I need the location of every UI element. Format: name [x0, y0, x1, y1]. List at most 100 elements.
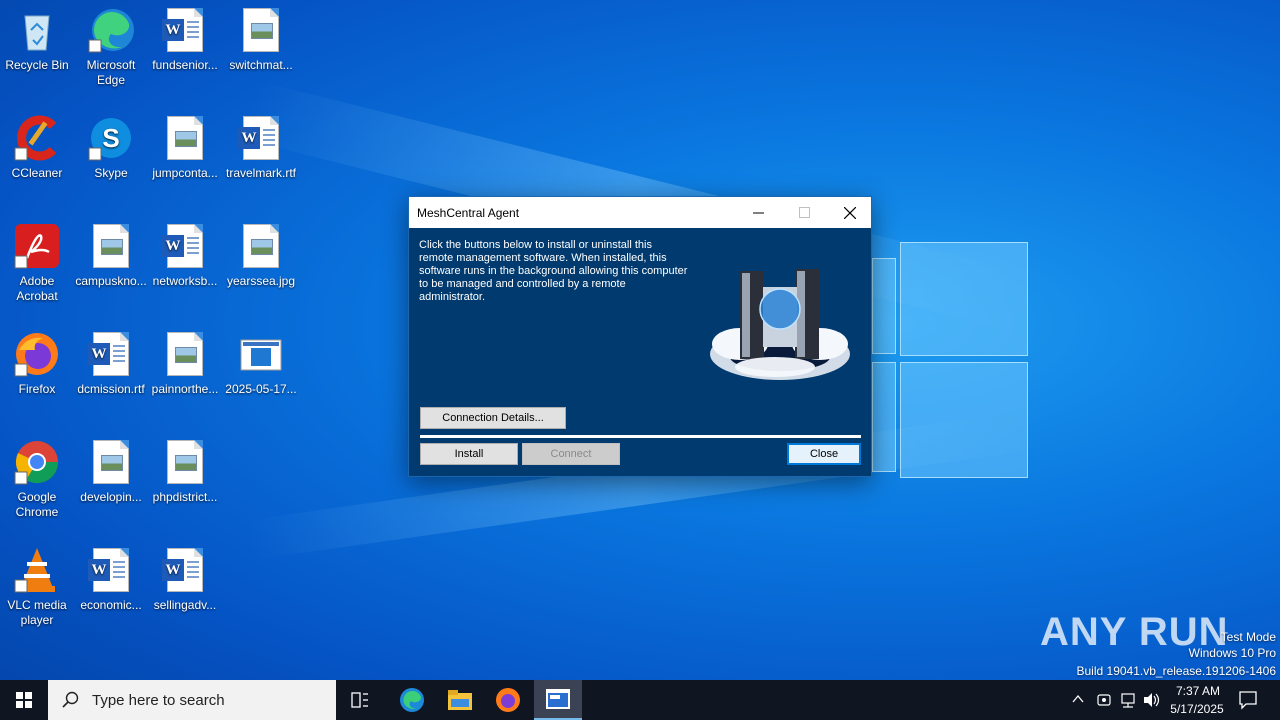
dialog-description: Click the buttons below to install or un…	[419, 239, 688, 303]
desktop-icon-label: Recycle Bin	[5, 58, 69, 72]
desktop-icon-label: economic...	[80, 598, 142, 612]
start-button[interactable]	[0, 680, 48, 720]
taskbar-edge-button[interactable]	[390, 680, 434, 720]
search-icon	[62, 691, 79, 708]
action-center-icon[interactable]	[1238, 690, 1258, 710]
desktop-icon[interactable]: Wdcmission.rtf	[74, 330, 148, 397]
desktop-icon-label: campuskno...	[75, 274, 147, 288]
desktop-icon[interactable]: jumpconta...	[148, 114, 222, 181]
desktop-icon[interactable]: switchmat...	[224, 6, 298, 73]
desktop-icon-label: developin...	[80, 490, 142, 504]
connect-button[interactable]: Connect	[522, 443, 620, 465]
desktop-icon[interactable]: VLC media player	[0, 546, 74, 628]
image-file-icon	[161, 330, 209, 378]
desktop-icon[interactable]: phpdistrict...	[148, 438, 222, 505]
volume-icon[interactable]	[1143, 692, 1161, 708]
network-icon[interactable]	[1120, 692, 1136, 708]
desktop-icon-label: Skype	[94, 166, 128, 180]
desktop-icon[interactable]: developin...	[74, 438, 148, 505]
desktop-icon[interactable]: S Skype	[74, 114, 148, 181]
connection-details-button[interactable]: Connection Details...	[420, 407, 566, 429]
desktop-icon-label: painnorthe...	[151, 382, 219, 396]
desktop-icon[interactable]: Wnetworksb...	[148, 222, 222, 289]
desktop-icon[interactable]: campuskno...	[74, 222, 148, 289]
vlc-icon	[13, 546, 61, 594]
close-button[interactable]: Close	[787, 443, 861, 465]
clock-date[interactable]: 5/17/2025	[1166, 702, 1228, 716]
desktop-icon-label: sellingadv...	[153, 598, 217, 612]
task-view-button[interactable]	[340, 680, 380, 720]
taskbar-meshcentral-button[interactable]	[534, 680, 582, 720]
dialog-title: MeshCentral Agent	[417, 205, 520, 220]
image-file-icon	[237, 222, 285, 270]
firefox-icon	[496, 688, 520, 712]
desktop-icon-label: networksb...	[152, 274, 218, 288]
acrobat-icon	[13, 222, 61, 270]
meshcentral-server-cloud-icon	[710, 269, 850, 380]
desktop-icon[interactable]: painnorthe...	[148, 330, 222, 397]
image-file-icon	[87, 438, 135, 486]
desktop-icon-label: Microsoft Edge	[86, 58, 136, 87]
desktop-icon[interactable]: CCleaner	[0, 114, 74, 181]
word-document-icon: W	[161, 6, 209, 54]
image-file-icon	[161, 114, 209, 162]
recycle-bin-icon	[13, 6, 61, 54]
build-label: Build 19041.vb_release.191206-1406	[1076, 664, 1277, 678]
windows-edition-label: Windows 10 Pro	[1188, 646, 1276, 660]
desktop-icon-label: fundsenior...	[152, 58, 218, 72]
desktop-icon-label: yearssea.jpg	[226, 274, 296, 288]
word-document-icon: W	[87, 330, 135, 378]
word-document-icon: W	[237, 114, 285, 162]
taskbar-firefox-button[interactable]	[486, 680, 530, 720]
desktop-icon-label: travelmark.rtf	[225, 166, 296, 180]
file-explorer-icon	[448, 690, 472, 710]
desktop-icon[interactable]: Adobe Acrobat	[0, 222, 74, 304]
maximize-button[interactable]	[781, 197, 827, 228]
minimize-button[interactable]	[735, 197, 781, 228]
maximize-icon	[798, 207, 810, 218]
desktop-icon[interactable]: Microsoft Edge	[74, 6, 148, 88]
close-icon	[844, 206, 856, 219]
word-document-icon: W	[87, 546, 135, 594]
desktop-icon-label: Adobe Acrobat	[16, 274, 58, 303]
wallpaper-logo-pane	[900, 362, 1028, 478]
firefox-icon	[13, 330, 61, 378]
wallpaper-logo-pane	[900, 242, 1028, 356]
desktop-icon-label: VLC media player	[7, 598, 67, 627]
desktop-icon-label: dcmission.rtf	[77, 382, 145, 396]
desktop-icon[interactable]: yearssea.jpg	[224, 222, 298, 289]
dialog-separator	[420, 435, 861, 438]
svg-text:S: S	[102, 123, 119, 153]
desktop-icon[interactable]: Wsellingadv...	[148, 546, 222, 613]
desktop-icon[interactable]: Google Chrome	[0, 438, 74, 520]
desktop-icon[interactable]: Wtravelmark.rtf	[224, 114, 298, 181]
edge-icon	[87, 6, 135, 54]
wallpaper-logo-pane	[872, 258, 896, 354]
word-document-icon: W	[161, 546, 209, 594]
desktop-icon[interactable]: Wfundsenior...	[148, 6, 222, 73]
meet-now-icon[interactable]	[1096, 692, 1112, 708]
taskbar-search-box[interactable]: Type here to search	[48, 680, 336, 720]
chevron-up-icon[interactable]	[1072, 694, 1084, 704]
desktop-icon[interactable]: Weconomic...	[74, 546, 148, 613]
ccleaner-icon	[13, 114, 61, 162]
desktop-icon[interactable]: 2025-05-17...	[224, 330, 298, 397]
desktop-icon-label: Google Chrome	[15, 490, 59, 519]
desktop-icon[interactable]: Recycle Bin	[0, 6, 74, 73]
desktop-icon-label: jumpconta...	[152, 166, 218, 180]
desktop-icon-label: CCleaner	[11, 166, 63, 180]
test-mode-label: Test Mode	[1220, 630, 1276, 644]
meshcentral-agent-dialog: MeshCentral Agent Click the buttons belo…	[408, 196, 872, 477]
taskbar-explorer-button[interactable]	[438, 680, 482, 720]
screenshot-file-icon	[237, 330, 285, 378]
clock-time[interactable]: 7:37 AM	[1172, 684, 1224, 698]
search-placeholder: Type here to search	[92, 691, 225, 709]
chrome-icon	[13, 438, 61, 486]
windows-start-icon	[16, 692, 32, 708]
image-file-icon	[161, 438, 209, 486]
close-window-button[interactable]	[827, 197, 873, 228]
task-view-icon	[351, 692, 368, 708]
install-button[interactable]: Install	[420, 443, 518, 465]
dialog-titlebar[interactable]: MeshCentral Agent	[409, 197, 871, 228]
desktop-icon[interactable]: Firefox	[0, 330, 74, 397]
